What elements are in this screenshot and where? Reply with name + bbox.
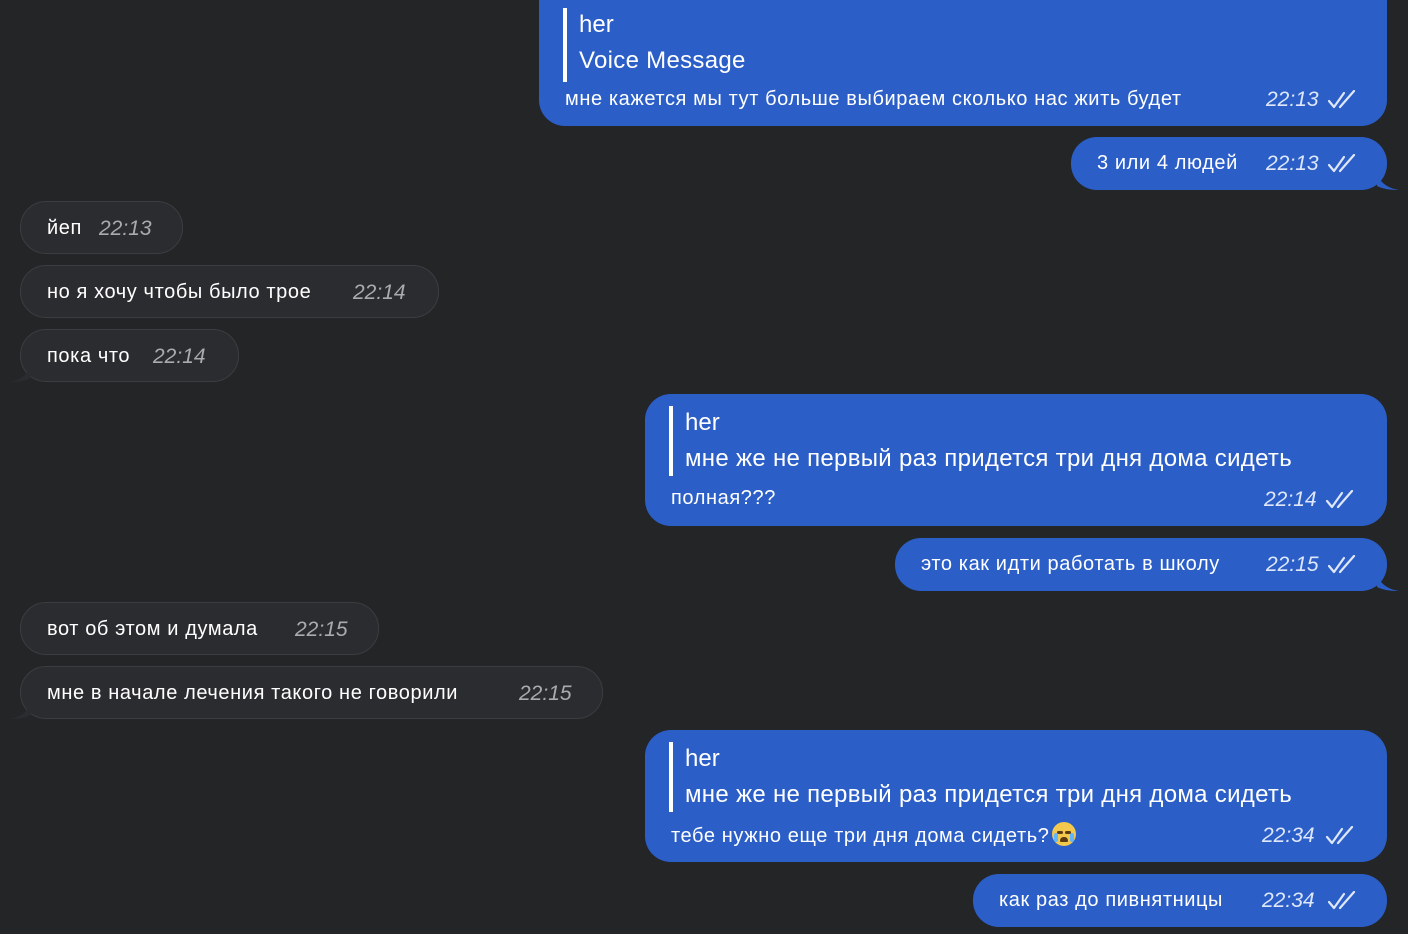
read-double-check-icon (1327, 90, 1356, 109)
message-text: это как идти работать в школу (921, 553, 1220, 575)
message-bubble-incoming[interactable]: пока что 22:14 (20, 329, 239, 382)
message-text: как раз до пивнятницы (999, 889, 1224, 911)
message-time: 22:13 (99, 217, 152, 240)
read-double-check-icon (1325, 826, 1354, 845)
read-double-check-icon (1325, 490, 1354, 509)
bubble-tail-outgoing (1377, 172, 1399, 190)
message-text: но я хочу чтобы было трое (47, 281, 312, 303)
message-time: 22:15 (295, 618, 348, 641)
message-time: 22:14 (153, 345, 206, 368)
bubble-tail-incoming (9, 364, 31, 382)
reply-text: мне же не первый раз придется три дня до… (685, 781, 1293, 808)
reply-text: мне же не первый раз придется три дня до… (685, 445, 1293, 472)
read-double-check-icon (1327, 891, 1356, 910)
message-text: полная??? (671, 487, 776, 509)
message-bubble-outgoing[interactable]: her Voice Message мне кажется мы тут бол… (539, 0, 1387, 126)
reply-quote[interactable]: her Voice Message (563, 8, 746, 82)
message-bubble-incoming[interactable]: йеп 22:13 (20, 201, 183, 254)
message-time: 22:34 (1262, 824, 1315, 847)
message-time: 22:15 (1266, 553, 1319, 576)
message-text: йеп (47, 217, 82, 239)
message-text: вот об этом и думала (47, 618, 258, 640)
message-bubble-incoming[interactable]: мне в начале лечения такого не говорили … (20, 666, 603, 719)
message-time: 22:14 (353, 281, 406, 304)
message-time: 22:13 (1266, 152, 1319, 175)
reply-text: Voice Message (579, 47, 746, 74)
crying-face-emoji (1051, 822, 1076, 846)
message-time: 22:13 (1266, 88, 1319, 111)
message-text: тебе нужно еще три дня дома сидеть? (671, 825, 1050, 847)
message-time: 22:15 (519, 682, 572, 705)
message-text-container: тебе нужно еще три дня дома сидеть? (671, 822, 1076, 848)
message-bubble-outgoing[interactable]: 3 или 4 людей 22:13 (1071, 137, 1387, 190)
message-text: пока что (47, 345, 131, 367)
chat-message-list: her Voice Message мне кажется мы тут бол… (0, 0, 1408, 934)
reply-author: her (685, 409, 720, 436)
message-bubble-outgoing[interactable]: her мне же не первый раз придется три дн… (645, 730, 1387, 862)
bubble-tail-incoming (9, 701, 31, 719)
bubble-tail-outgoing (1377, 573, 1399, 591)
reply-author: her (579, 11, 614, 38)
reply-quote[interactable]: her мне же не первый раз придется три дн… (669, 406, 1292, 476)
message-bubble-outgoing[interactable]: это как идти работать в школу 22:15 (895, 538, 1387, 591)
message-bubble-outgoing[interactable]: her мне же не первый раз придется три дн… (645, 394, 1387, 526)
reply-quote[interactable]: her мне же не первый раз придется три дн… (669, 742, 1292, 812)
reply-author: her (685, 745, 720, 772)
message-bubble-outgoing[interactable]: как раз до пивнятницы 22:34 (973, 874, 1387, 927)
message-time: 22:34 (1262, 889, 1315, 912)
message-text: мне кажется мы тут больше выбираем сколь… (565, 88, 1182, 110)
message-time: 22:14 (1264, 488, 1317, 511)
message-text: мне в начале лечения такого не говорили (47, 682, 459, 704)
message-bubble-incoming[interactable]: но я хочу чтобы было трое 22:14 (20, 265, 439, 318)
read-double-check-icon (1327, 555, 1356, 574)
read-double-check-icon (1327, 154, 1356, 173)
message-bubble-incoming[interactable]: вот об этом и думала 22:15 (20, 602, 379, 655)
message-text: 3 или 4 людей (1097, 152, 1238, 174)
